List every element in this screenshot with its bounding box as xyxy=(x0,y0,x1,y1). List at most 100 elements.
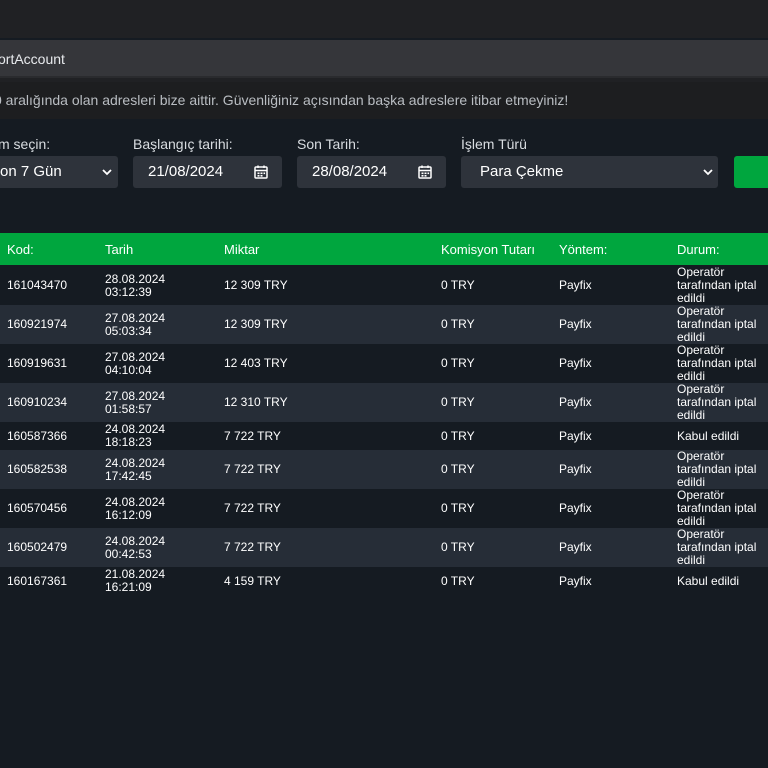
cell-yontem: Payfix xyxy=(559,462,592,476)
cell-kod: 160921974 xyxy=(7,317,68,331)
cell-komisyon: 0 TRY xyxy=(441,356,475,370)
cell-komisyon: 0 TRY xyxy=(441,395,475,409)
cell-yontem: Payfix xyxy=(559,317,592,331)
end-date-value: 28/08/2024 xyxy=(312,163,388,180)
cell-time: 01:58:57 xyxy=(105,401,152,416)
cell-miktar: 12 309 TRY xyxy=(224,278,288,292)
cell-komisyon: 0 TRY xyxy=(441,278,475,292)
period-label: m seçin: xyxy=(0,136,51,152)
cell-yontem: Payfix xyxy=(559,501,592,515)
cell-date: 27.08.2024 xyxy=(105,388,166,403)
search-button[interactable] xyxy=(734,156,768,188)
cell-miktar: 7 722 TRY xyxy=(224,462,281,476)
cell-miktar: 12 309 TRY xyxy=(224,317,288,331)
cell-date: 27.08.2024 xyxy=(105,310,166,325)
cell-time: 05:03:34 xyxy=(105,323,152,338)
end-date-input[interactable]: 28/08/2024 xyxy=(297,156,446,188)
type-select[interactable]: Para Çekme xyxy=(461,156,718,188)
cell-time: 18:18:23 xyxy=(105,435,152,449)
header-tarih: Tarih xyxy=(105,242,134,257)
cell-komisyon: 0 TRY xyxy=(441,428,475,443)
cell-komisyon: 0 TRY xyxy=(441,501,475,515)
address-text[interactable]: ortAccount xyxy=(0,51,65,67)
cell-miktar: 4 159 TRY xyxy=(224,573,281,588)
cell-kod: 160167361 xyxy=(7,573,68,588)
filter-panel: m seçin: on 7 Gün Başlangıç tarihi: 21/0… xyxy=(0,119,768,233)
table-row: 160587366 24.08.2024 18:18:23 7 722 TRY 0 TR… xyxy=(0,422,768,450)
cell-komisyon: 0 TRY xyxy=(441,317,475,331)
cell-kod: 161043470 xyxy=(7,278,68,292)
cell-time: 16:12:09 xyxy=(105,507,152,522)
cell-time: 16:21:09 xyxy=(105,580,152,594)
cell-kod: 160910234 xyxy=(7,395,68,409)
cell-yontem: Payfix xyxy=(559,395,592,409)
header-kod: Kod: xyxy=(7,242,34,257)
cell-miktar: 7 722 TRY xyxy=(224,501,281,515)
cell-date: 24.08.2024 xyxy=(105,533,166,548)
cell-date: 27.08.2024 xyxy=(105,349,166,364)
calendar-icon[interactable] xyxy=(416,163,434,181)
cell-durum: Operatör tarafından iptal edildi xyxy=(677,343,757,383)
cell-yontem: Payfix xyxy=(559,278,592,292)
cell-kod: 160582538 xyxy=(7,462,68,476)
cell-komisyon: 0 TRY xyxy=(441,573,475,588)
start-date-input[interactable]: 21/08/2024 xyxy=(133,156,282,188)
cell-durum: Operatör tarafından iptal edildi xyxy=(677,449,757,489)
header-miktar: Miktar xyxy=(224,242,260,257)
calendar-icon[interactable] xyxy=(252,163,270,181)
cell-date: 24.08.2024 xyxy=(105,455,166,470)
header-durum: Durum: xyxy=(677,242,720,257)
cell-durum: Operatör tarafından iptal edildi xyxy=(677,488,757,528)
cell-durum: Kabul edildi xyxy=(677,573,740,588)
cell-time: 00:42:53 xyxy=(105,546,152,561)
table-row: 160570456 24.08.2024 16:12:09 7 722 TRY 0 TR… xyxy=(0,489,768,528)
cell-time: 03:12:39 xyxy=(105,284,152,299)
table-row: 160910234 27.08.2024 01:58:57 12 310 TRY 0 T… xyxy=(0,383,768,422)
table-row: 161043470 28.08.2024 03:12:39 12 309 TRY 0 T… xyxy=(0,266,768,305)
cell-komisyon: 0 TRY xyxy=(441,540,475,554)
cell-kod: 160587366 xyxy=(7,428,68,443)
cell-kod: 160570456 xyxy=(7,501,68,515)
notice-banner: 0 aralığında olan adresleri bize aittir.… xyxy=(0,82,768,119)
cell-date: 24.08.2024 xyxy=(105,494,166,509)
browser-address-bar[interactable]: ortAccount xyxy=(0,40,768,78)
cell-komisyon: 0 TRY xyxy=(441,462,475,476)
start-date-value: 21/08/2024 xyxy=(148,163,224,180)
period-select[interactable]: on 7 Gün xyxy=(0,156,118,188)
cell-durum: Operatör tarafından iptal edildi xyxy=(677,382,757,422)
cell-durum: Operatör tarafından iptal edildi xyxy=(677,304,757,344)
cell-yontem: Payfix xyxy=(559,573,592,588)
cell-yontem: Payfix xyxy=(559,428,592,443)
cell-durum: Operatör tarafından iptal edildi xyxy=(677,265,757,305)
chevron-down-icon xyxy=(703,169,713,176)
cell-yontem: Payfix xyxy=(559,356,592,370)
type-value: Para Çekme xyxy=(480,163,564,180)
period-value: on 7 Gün xyxy=(0,163,62,180)
cell-miktar: 12 403 TRY xyxy=(224,356,288,370)
cell-miktar: 12 310 TRY xyxy=(224,395,288,409)
cell-durum: Operatör tarafından iptal edildi xyxy=(677,527,757,567)
cell-time: 04:10:04 xyxy=(105,362,152,377)
cell-miktar: 7 722 TRY xyxy=(224,540,281,554)
header-yontem: Yöntem: xyxy=(559,242,608,257)
browser-tab-bar xyxy=(0,0,768,38)
cell-kod: 160919631 xyxy=(7,356,68,370)
end-date-label: Son Tarih: xyxy=(297,136,360,152)
cell-kod: 160502479 xyxy=(7,540,68,554)
table-header: Kod: Tarih Miktar Komisyon Tutarı Yöntem… xyxy=(0,233,768,265)
cell-yontem: Payfix xyxy=(559,540,592,554)
start-date-label: Başlangıç tarihi: xyxy=(133,136,233,152)
table-row: 160502479 24.08.2024 00:42:53 7 722 TRY 0 TR… xyxy=(0,528,768,567)
table-row: 160919631 27.08.2024 04:10:04 12 403 TRY 0 T… xyxy=(0,344,768,383)
table-row: 160921974 27.08.2024 05:03:34 12 309 TRY 0 T… xyxy=(0,305,768,344)
table-row: 160167361 21.08.2024 16:21:09 4 159 TRY 0 TR… xyxy=(0,567,768,595)
cell-date: 28.08.2024 xyxy=(105,271,166,286)
header-komisyon: Komisyon Tutarı xyxy=(441,242,535,257)
cell-miktar: 7 722 TRY xyxy=(224,428,281,443)
chevron-down-icon xyxy=(102,169,112,176)
cell-time: 17:42:45 xyxy=(105,468,152,483)
table-row: 160582538 24.08.2024 17:42:45 7 722 TRY 0 TR… xyxy=(0,450,768,489)
notice-text: 0 aralığında olan adresleri bize aittir.… xyxy=(0,92,569,108)
type-label: İşlem Türü xyxy=(461,136,527,152)
cell-durum: Kabul edildi xyxy=(677,428,740,443)
